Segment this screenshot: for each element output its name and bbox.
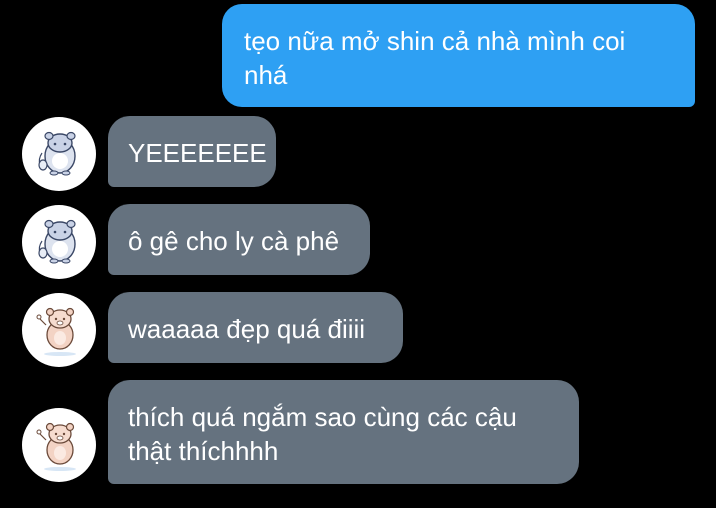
message-text: ô gê cho ly cà phê bbox=[128, 226, 340, 256]
avatar-hamster[interactable] bbox=[22, 117, 96, 191]
message-text: tẹo nữa mở shin cả nhà mình coi nhá bbox=[244, 26, 626, 90]
incoming-message-bubble[interactable]: ô gê cho ly cà phê bbox=[108, 204, 370, 275]
incoming-message-bubble[interactable]: YEEEEEEE bbox=[108, 116, 276, 187]
outgoing-message-bubble[interactable]: tẹo nữa mở shin cả nhà mình coi nhá bbox=[222, 4, 695, 107]
message-text: waaaaa đẹp quá điiii bbox=[128, 314, 366, 344]
message-text: YEEEEEEE bbox=[128, 138, 267, 168]
bear-sticker-icon bbox=[36, 307, 76, 356]
incoming-message-bubble[interactable]: thích quá ngắm sao cùng các cậu thật thí… bbox=[108, 380, 579, 484]
avatar-hamster[interactable] bbox=[22, 205, 96, 279]
bear-sticker-icon bbox=[36, 422, 76, 471]
hamster-sticker-icon bbox=[38, 219, 76, 264]
incoming-message-bubble[interactable]: waaaaa đẹp quá điiii bbox=[108, 292, 403, 363]
hamster-sticker-icon bbox=[38, 131, 76, 176]
message-text: thích quá ngắm sao cùng các cậu thật thí… bbox=[128, 402, 517, 466]
avatar-bear[interactable] bbox=[22, 408, 96, 482]
avatar-bear[interactable] bbox=[22, 293, 96, 367]
